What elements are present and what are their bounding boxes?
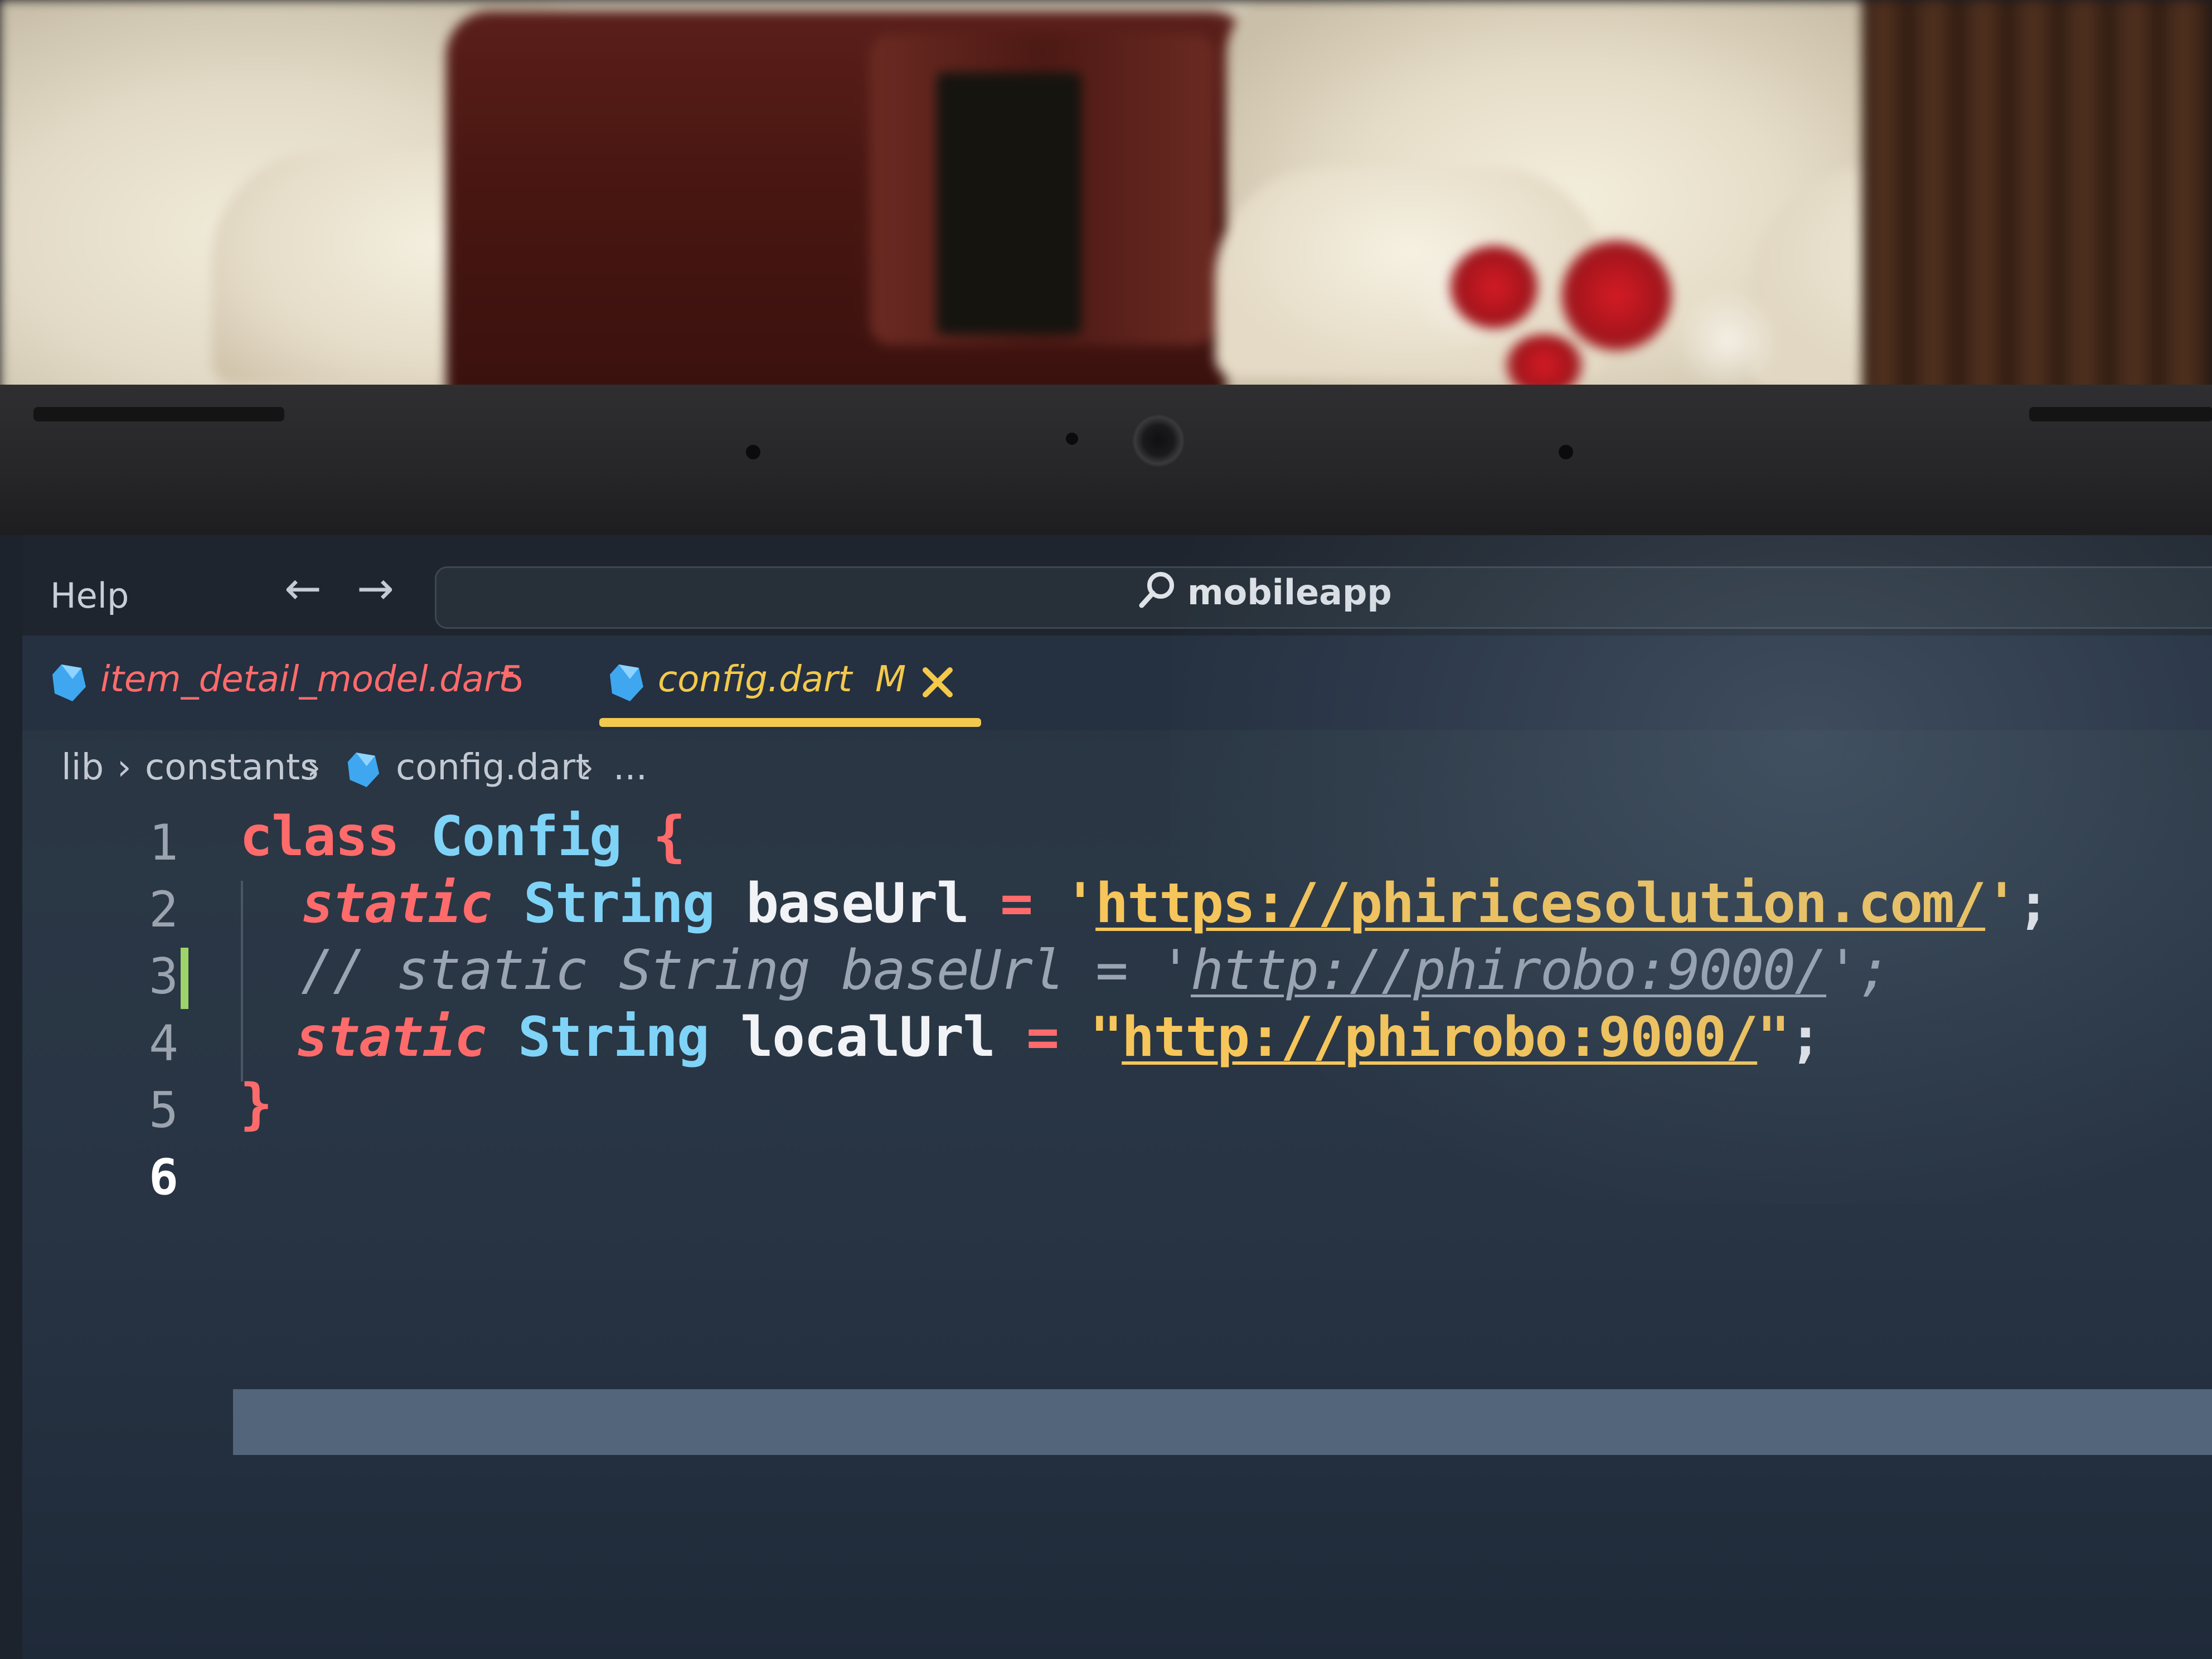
url-link[interactable]: http://phirobo:9000/	[1122, 1006, 1758, 1069]
close-icon[interactable]	[920, 664, 955, 700]
line-number: 5	[149, 1081, 178, 1139]
search-icon	[1139, 572, 1174, 608]
arrow-right-icon[interactable]: →	[357, 566, 394, 611]
string-quote: "	[1090, 1006, 1123, 1069]
active-tab-indicator	[599, 718, 981, 727]
semicolon: ;	[2017, 872, 2050, 935]
pc-tower	[937, 72, 1081, 334]
breadcrumb-lib[interactable]: lib	[61, 747, 104, 788]
brace: }	[240, 1073, 273, 1136]
tab-label: item_detail_model.dart	[100, 659, 513, 700]
code-line-5[interactable]: }	[240, 1073, 273, 1136]
breadcrumb-config-file[interactable]: config.dart	[396, 747, 589, 788]
tab-config[interactable]: config.dart M	[608, 636, 998, 730]
background-room	[0, 0, 2212, 401]
identifier: localUrl	[740, 1006, 996, 1069]
arrow-left-icon[interactable]: ←	[284, 566, 322, 611]
tab-item-detail-model[interactable]: item_detail_model.dart 5	[45, 636, 546, 730]
string-quote: '	[1064, 872, 1097, 935]
red-flower	[1561, 240, 1672, 351]
bezel-slot-left	[33, 407, 284, 421]
problems-badge: 5	[502, 659, 525, 700]
keyword: static	[301, 872, 493, 935]
code-line-2[interactable]: static String baseUrl = 'https://phirice…	[301, 872, 2050, 935]
webcam	[1132, 414, 1185, 467]
git-modified-indicator	[181, 948, 188, 1009]
brace: {	[653, 805, 686, 869]
breadcrumb-constants[interactable]: constants	[145, 747, 319, 788]
code-line-1[interactable]: class Config {	[240, 805, 686, 869]
semicolon: ;	[1789, 1006, 1822, 1069]
identifier: baseUrl	[746, 872, 969, 935]
camera-indicator	[1066, 433, 1078, 445]
curtain	[1862, 0, 2212, 401]
editor-window: Help ← → mobileapp item_detail_model.dar…	[0, 535, 2212, 1659]
activity-bar-edge	[0, 535, 22, 1659]
search-label: mobileapp	[1187, 572, 1392, 613]
class-name: Config	[430, 805, 622, 869]
line-number: 2	[149, 881, 178, 938]
type-name: String	[518, 1006, 710, 1069]
comment-tail: ';	[1826, 939, 1891, 1002]
operator: =	[1026, 1006, 1059, 1069]
code-line-4[interactable]: static String localUrl = "http://phirobo…	[295, 1006, 1822, 1069]
microphone-hole	[1559, 445, 1573, 459]
current-line-highlight	[233, 1389, 2212, 1455]
red-flower	[1449, 245, 1539, 329]
modified-badge: M	[875, 659, 906, 700]
line-number: 4	[149, 1015, 178, 1072]
url-link[interactable]: http://phirobo:9000/	[1191, 939, 1827, 1002]
dart-icon	[52, 664, 86, 701]
dart-icon	[610, 664, 643, 701]
breadcrumb-symbols[interactable]: ...	[613, 747, 647, 788]
url-link[interactable]: https://phiricesolution.com/	[1095, 872, 1986, 935]
flower-petal	[1672, 290, 1784, 390]
operator: =	[1000, 872, 1033, 935]
line-number: 1	[149, 814, 178, 871]
string-quote: '	[1985, 872, 2018, 935]
laptop-bezel	[0, 385, 2212, 546]
photo-of-laptop-screen: Help ← → mobileapp item_detail_model.dar…	[0, 0, 2212, 1659]
bezel-slot-right	[2029, 407, 2212, 421]
indent-guide	[241, 881, 243, 1081]
chevron-right-icon: ›	[117, 747, 132, 788]
code-line-3[interactable]: // static String baseUrl = 'http://phiro…	[301, 939, 1891, 1002]
chevron-right-icon: ›	[580, 747, 594, 788]
breadcrumb: lib › constants › config.dart › ...	[61, 747, 2180, 797]
microphone-hole	[746, 445, 760, 459]
dart-icon	[347, 752, 380, 788]
menu-help[interactable]: Help	[50, 575, 129, 616]
keyword: class	[240, 805, 400, 869]
tab-label: config.dart	[658, 659, 852, 700]
type-name: String	[523, 872, 715, 935]
tab-bar: item_detail_model.dart 5 config.dart M	[22, 636, 2212, 730]
title-bar: Help ← → mobileapp	[0, 535, 2212, 636]
string-quote: "	[1757, 1006, 1790, 1069]
comment: // static String baseUrl = '	[301, 939, 1192, 1002]
code-editor[interactable]: 1 2 3 4 5 6 class Config { static String…	[0, 797, 2212, 1659]
keyword: static	[295, 1006, 487, 1069]
line-number: 3	[149, 948, 178, 1005]
line-number-current: 6	[149, 1148, 178, 1206]
chevron-right-icon: ›	[307, 747, 321, 788]
